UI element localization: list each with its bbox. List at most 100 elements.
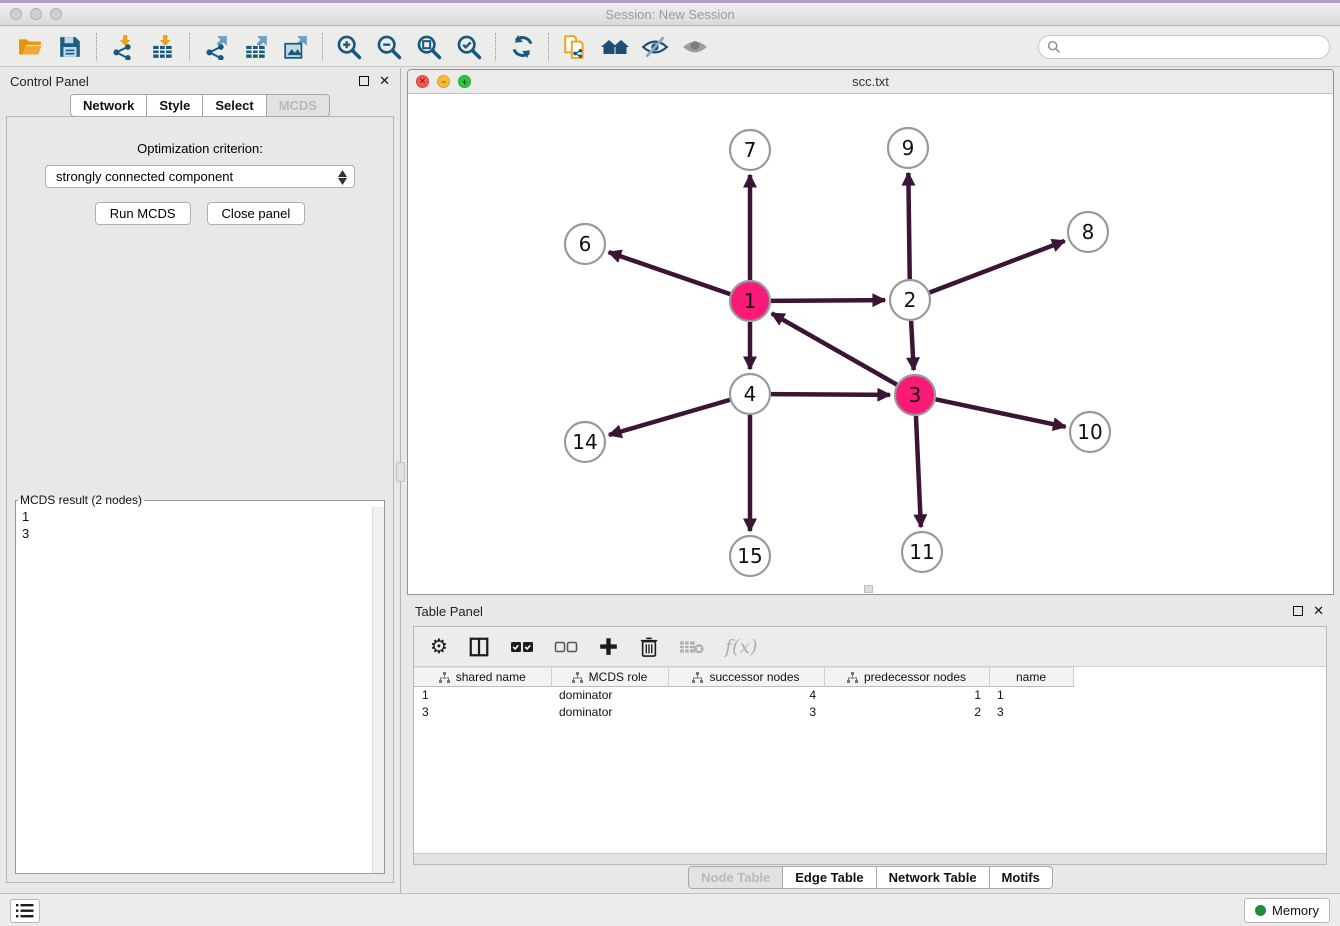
- node-label-15: 15: [737, 544, 762, 568]
- result-scrollbar[interactable]: [372, 507, 384, 873]
- export-network-icon[interactable]: [196, 31, 236, 63]
- edge-4-3[interactable]: [771, 394, 890, 395]
- table-row[interactable]: 1dominator411: [414, 687, 1073, 704]
- table-settings-icon[interactable]: ⚙: [430, 637, 448, 657]
- import-table-icon[interactable]: [143, 31, 183, 63]
- memory-button[interactable]: Memory: [1244, 898, 1330, 923]
- column-header-name[interactable]: name: [989, 668, 1073, 687]
- node-label-6: 6: [579, 232, 592, 256]
- result-item[interactable]: 3: [22, 525, 366, 542]
- run-mcds-button[interactable]: Run MCDS: [95, 202, 191, 225]
- tab-edge-table[interactable]: Edge Table: [783, 866, 876, 889]
- window-title: Session: New Session: [0, 7, 1340, 22]
- delete-table-icon: [679, 638, 705, 656]
- mcds-result-legend: MCDS result (2 nodes): [18, 493, 144, 507]
- edge-1-2[interactable]: [771, 300, 885, 301]
- network-maximize-icon[interactable]: +: [458, 75, 471, 88]
- column-header-shared-name[interactable]: shared name: [414, 668, 551, 687]
- table-row[interactable]: 3dominator323: [414, 704, 1073, 721]
- network-close-icon[interactable]: ✕: [416, 75, 429, 88]
- node-label-9: 9: [902, 136, 915, 160]
- tab-node-table[interactable]: Node Table: [688, 866, 783, 889]
- edge-2-8[interactable]: [930, 241, 1065, 293]
- table-cell[interactable]: dominator: [551, 687, 668, 704]
- table-panel-title: Table Panel: [415, 604, 483, 619]
- table-cell[interactable]: dominator: [551, 704, 668, 721]
- function-builder-icon: f(x): [725, 636, 758, 658]
- tab-style[interactable]: Style: [147, 94, 203, 117]
- node-label-7: 7: [744, 138, 757, 162]
- criterion-dropdown[interactable]: strongly connected component: [45, 165, 355, 188]
- task-history-button[interactable]: [10, 899, 40, 923]
- tab-network[interactable]: Network: [70, 94, 147, 117]
- node-label-10: 10: [1077, 420, 1102, 444]
- close-table-panel-icon[interactable]: ✕: [1313, 606, 1324, 616]
- edge-2-3[interactable]: [911, 321, 914, 370]
- edge-3-10[interactable]: [936, 399, 1066, 426]
- edge-1-6[interactable]: [609, 252, 731, 294]
- search-input[interactable]: [1067, 40, 1321, 54]
- show-all-icon[interactable]: [675, 31, 715, 63]
- zoom-fit-icon[interactable]: [409, 31, 449, 63]
- column-header-MCDS-role[interactable]: MCDS role: [551, 668, 668, 687]
- edge-2-9[interactable]: [908, 173, 909, 279]
- refresh-view-icon[interactable]: [502, 31, 542, 63]
- toolbar-separator: [548, 33, 549, 61]
- close-panel-icon[interactable]: ✕: [379, 76, 390, 86]
- tab-network-table[interactable]: Network Table: [877, 866, 990, 889]
- result-item[interactable]: 1: [22, 508, 366, 525]
- hide-selected-icon[interactable]: [635, 31, 675, 63]
- deselect-all-icon[interactable]: [554, 638, 578, 656]
- control-panel: Control Panel ✕ Network Style Select MCD…: [0, 68, 401, 893]
- table-tabs: Node Table Edge Table Network Table Moti…: [407, 866, 1334, 889]
- table-panel: Table Panel ✕ ⚙: [407, 598, 1334, 891]
- mcds-result-list[interactable]: 13: [16, 507, 372, 873]
- show-columns-icon[interactable]: [468, 636, 490, 658]
- home-view-icon[interactable]: [595, 31, 635, 63]
- table-cell[interactable]: 1: [824, 687, 989, 704]
- float-panel-icon[interactable]: [359, 76, 369, 86]
- table-cell[interactable]: 2: [824, 704, 989, 721]
- float-table-panel-icon[interactable]: [1293, 606, 1303, 616]
- network-canvas[interactable]: 7968124314101511: [408, 94, 1333, 594]
- network-minimize-icon[interactable]: −: [437, 75, 450, 88]
- tab-select[interactable]: Select: [203, 94, 266, 117]
- add-column-icon[interactable]: [598, 636, 619, 657]
- table-cell[interactable]: 3: [668, 704, 824, 721]
- table-hscrollbar[interactable]: [414, 853, 1326, 864]
- memory-label: Memory: [1272, 903, 1319, 918]
- edge-3-11[interactable]: [916, 416, 921, 527]
- tab-mcds[interactable]: MCDS: [267, 94, 330, 117]
- delete-column-icon[interactable]: [639, 636, 659, 658]
- control-panel-title: Control Panel: [10, 74, 89, 89]
- network-title: scc.txt: [408, 74, 1333, 89]
- open-session-icon[interactable]: [10, 31, 50, 63]
- column-type-icon: [692, 672, 703, 683]
- export-table-icon[interactable]: [236, 31, 276, 63]
- close-panel-button[interactable]: Close panel: [207, 202, 306, 225]
- search-field[interactable]: [1038, 35, 1330, 59]
- zoom-out-icon[interactable]: [369, 31, 409, 63]
- table-cell[interactable]: 1: [414, 687, 551, 704]
- select-all-icon[interactable]: [510, 638, 534, 656]
- zoom-selected-icon[interactable]: [449, 31, 489, 63]
- splitter-grip[interactable]: [396, 462, 405, 482]
- network-scroll-grip[interactable]: [864, 585, 873, 593]
- import-network-icon[interactable]: [103, 31, 143, 63]
- table-header-row: shared nameMCDS rolesuccessor nodes prede…: [414, 668, 1073, 687]
- edge-3-1[interactable]: [772, 313, 897, 384]
- edge-4-14[interactable]: [609, 400, 730, 435]
- table-cell[interactable]: 4: [668, 687, 824, 704]
- save-session-icon[interactable]: [50, 31, 90, 63]
- tab-motifs[interactable]: Motifs: [990, 866, 1053, 889]
- export-image-icon[interactable]: [276, 31, 316, 63]
- column-label: predecessor nodes: [864, 670, 966, 684]
- clone-network-icon[interactable]: [555, 31, 595, 63]
- table-cell[interactable]: 3: [414, 704, 551, 721]
- table-cell[interactable]: 3: [989, 704, 1073, 721]
- column-header-successor-nodes[interactable]: successor nodes: [668, 668, 824, 687]
- zoom-in-icon[interactable]: [329, 31, 369, 63]
- table-cell[interactable]: 1: [989, 687, 1073, 704]
- column-header-predecessor-nodes[interactable]: predecessor nodes: [824, 668, 989, 687]
- mcds-result-box: MCDS result (2 nodes) 13: [15, 493, 385, 874]
